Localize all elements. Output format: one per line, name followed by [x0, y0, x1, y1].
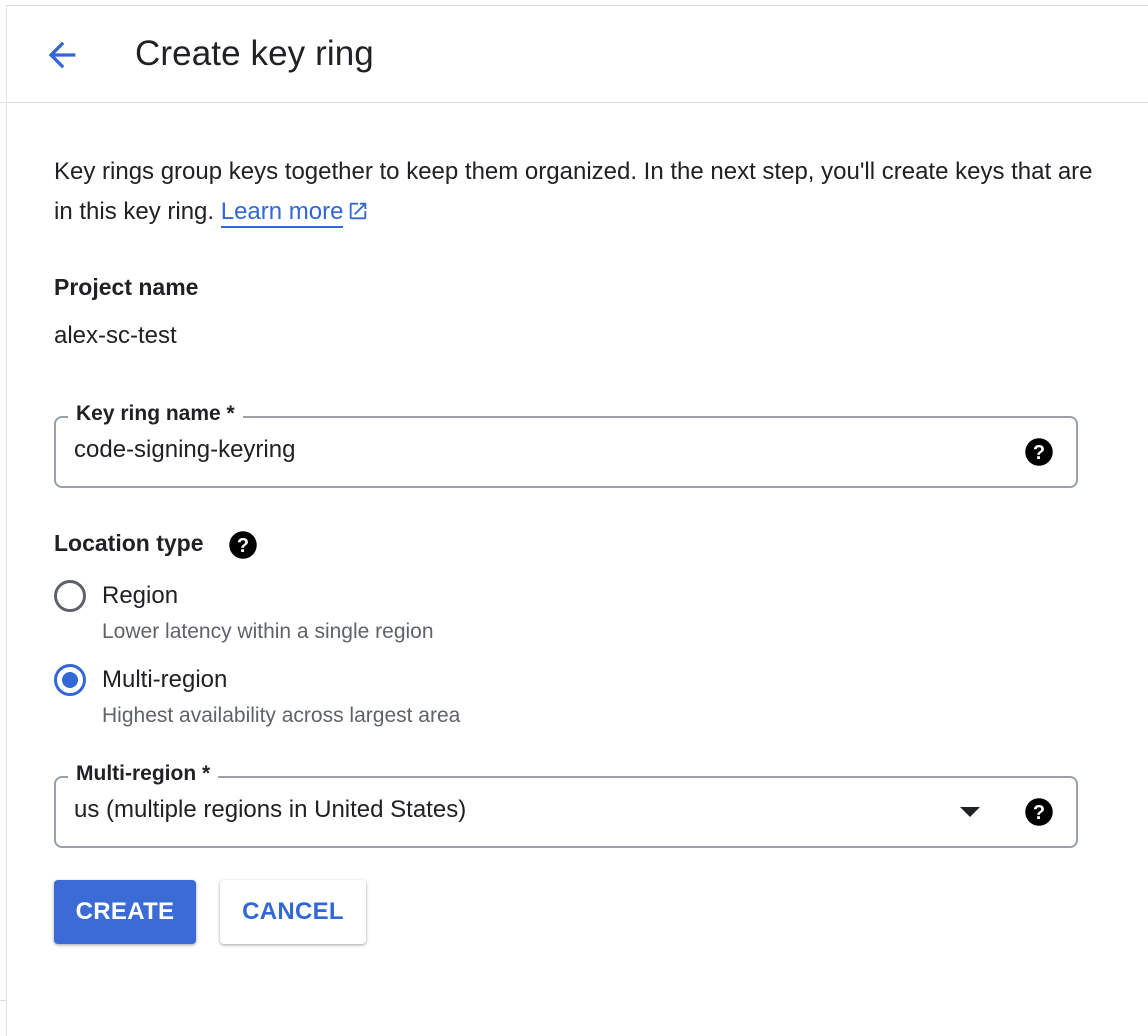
learn-more-link[interactable]: Learn more — [220, 198, 344, 228]
radio-multi-region-label: Multi-region — [102, 666, 228, 693]
create-button[interactable]: CREATE — [54, 880, 196, 944]
multi-region-select[interactable]: Multi-region * us (multiple regions in U… — [54, 762, 1078, 848]
divider-tick — [0, 1000, 6, 1001]
svg-text:?: ? — [1033, 802, 1045, 824]
dropdown-arrow-icon[interactable] — [960, 807, 980, 817]
multi-region-label: Multi-region * — [68, 762, 219, 786]
help-icon[interactable]: ? — [1024, 437, 1054, 467]
radio-region-description: Lower latency within a single region — [102, 620, 434, 643]
radio-multi-region-description: Highest availability across largest area — [102, 704, 461, 727]
radio-region-label: Region — [102, 582, 179, 609]
open-in-new-icon[interactable] — [347, 195, 369, 235]
left-border — [6, 5, 7, 1036]
radio-button-checked[interactable] — [54, 664, 86, 696]
intro-text: Key rings group keys together to keep th… — [54, 152, 1094, 235]
radio-button[interactable] — [54, 580, 86, 612]
help-icon[interactable]: ? — [228, 530, 258, 560]
key-ring-name-label: Key ring name * — [68, 402, 243, 426]
learn-more-label: Learn more — [220, 198, 344, 225]
key-ring-name-input[interactable]: code-signing-keyring — [74, 436, 295, 464]
svg-text:?: ? — [237, 535, 249, 557]
arrow-back-icon — [48, 41, 76, 69]
radio-multi-region[interactable]: Multi-region — [54, 664, 227, 696]
svg-text:?: ? — [1033, 442, 1045, 464]
project-name-label: Project name — [54, 274, 199, 300]
page-title: Create key ring — [135, 34, 374, 73]
help-icon[interactable]: ? — [1024, 797, 1054, 827]
page-header: Create key ring — [7, 6, 1148, 103]
cancel-button[interactable]: CANCEL — [220, 880, 366, 944]
multi-region-value[interactable]: us (multiple regions in United States) — [74, 796, 466, 824]
back-button[interactable] — [35, 28, 89, 82]
page-frame: Create key ring Key rings group keys tog… — [0, 0, 1148, 1036]
radio-region[interactable]: Region — [54, 580, 178, 612]
intro-description: Key rings group keys together to keep th… — [54, 158, 1093, 225]
key-ring-name-field[interactable]: Key ring name * code-signing-keyring ? — [54, 402, 1078, 488]
location-type-label: Location type — [54, 530, 204, 556]
project-name-value: alex-sc-test — [54, 322, 177, 349]
divider-tick — [0, 102, 6, 103]
